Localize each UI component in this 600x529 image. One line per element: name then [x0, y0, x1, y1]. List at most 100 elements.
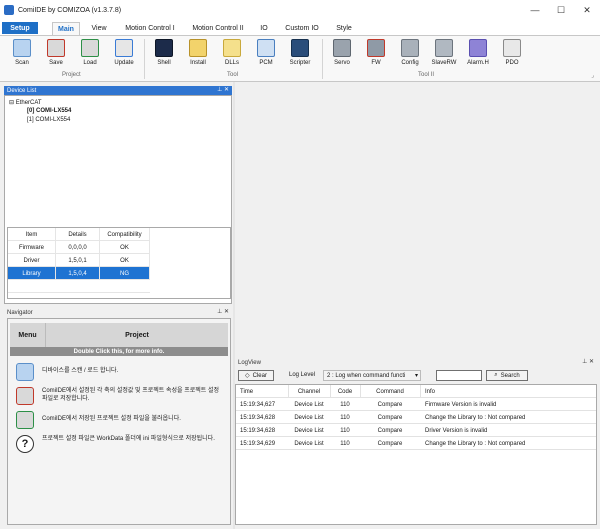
search-icon: ⌕ [494, 372, 498, 378]
column-header: Time [240, 388, 254, 395]
search-input[interactable] [436, 370, 482, 381]
window-title: ComiIDE by COMIZOA (v1.3.7.8) [18, 6, 122, 14]
clear-button[interactable]: ◇ Clear [238, 370, 274, 381]
table-cell: OK [100, 241, 150, 254]
alarm-icon [469, 39, 487, 57]
close-button[interactable]: ✕ [574, 0, 600, 20]
navigator-item-save[interactable]: ComiIDE에서 설정된 각 축의 설정값 및 프로젝트 속성을 프로젝트 설… [12, 385, 226, 407]
scan-icon [16, 363, 34, 381]
log-cell: Compare [377, 414, 403, 421]
pdo-icon [503, 39, 521, 57]
column-header: Channel [297, 388, 321, 395]
table-row-empty [8, 280, 150, 293]
log-level-select[interactable]: 2 : Log when command functi ▾ [323, 370, 421, 381]
tab-main[interactable]: Main [52, 22, 80, 35]
pcm-icon [257, 39, 275, 57]
device-list-header: Device List ⊥ ✕ [4, 86, 232, 95]
navigator-item-text: 프로젝트 설정 파일은 WorkData 폴더에 ini 파일형식으로 저장됩니… [42, 436, 215, 442]
log-cell: 110 [340, 427, 350, 434]
table-cell: 1,5,0,1 [56, 254, 100, 267]
log-row[interactable]: 15:19:34,627 Device List 110 Compare Fir… [236, 398, 596, 411]
tree-root[interactable]: ⊟ EtherCAT [9, 99, 42, 106]
navigator-project-header: Project [125, 331, 149, 339]
log-cell: 110 [340, 440, 350, 447]
panel-pin-close-icons[interactable]: ⊥ ✕ [217, 308, 229, 315]
table-row[interactable]: Firmware 0,0,0,0 OK [8, 241, 150, 254]
servo-button[interactable]: Servo [327, 38, 357, 70]
log-cell: Device List [294, 427, 324, 434]
minimize-button[interactable]: — [522, 0, 548, 20]
navigator-item-help[interactable]: ? 프로젝트 설정 파일은 WorkData 폴더에 ini 파일형식으로 저장… [12, 433, 226, 455]
navigator-item-scan[interactable]: 디바이스를 스캔 / 로드 합니다. [12, 361, 226, 383]
group-label-tool-ii: Tool II [418, 72, 435, 78]
update-button[interactable]: Update [109, 38, 139, 70]
tree-node-device-1[interactable]: [1] COMI-LX554 [27, 117, 70, 123]
scripter-button[interactable]: Scripter [285, 38, 315, 70]
tree-collapse-icon[interactable]: ⊟ [9, 100, 14, 106]
load-button[interactable]: Load [75, 38, 105, 70]
tree-node-device-0[interactable]: [0] COMI-LX554 [27, 108, 71, 114]
log-cell: Firmware Version is invalid [425, 401, 497, 408]
table-cell: Firmware [8, 241, 56, 254]
group-label-tool: Tool [227, 72, 239, 78]
device-list-title: Device List [7, 87, 37, 94]
eraser-icon: ◇ [245, 373, 250, 379]
shell-icon [155, 39, 173, 57]
fw-button[interactable]: FW [361, 38, 391, 70]
dlls-button[interactable]: DLLs [217, 38, 247, 70]
pdo-button[interactable]: PDO [497, 38, 527, 70]
tab-view[interactable]: View [86, 22, 112, 35]
install-icon [189, 39, 207, 57]
tab-io[interactable]: IO [256, 22, 272, 35]
table-cell: NG [100, 267, 150, 280]
log-cell: 110 [340, 401, 350, 408]
tab-motion-control-1[interactable]: Motion Control I [120, 22, 180, 35]
pcm-button[interactable]: PCM [251, 38, 281, 70]
navigator-hint[interactable]: Double Click this, for more info. [10, 347, 228, 356]
column-header: Compatibility [100, 228, 150, 241]
logview-header: LogView ⊥ ✕ [235, 358, 597, 367]
scan-button[interactable]: Scan [7, 38, 37, 70]
log-cell: Compare [377, 440, 403, 447]
log-cell: Change the Library to : Not compared [425, 414, 526, 421]
table-cell: Library [8, 267, 56, 280]
maximize-button[interactable]: ☐ [548, 0, 574, 20]
search-button[interactable]: ⌕ Search [486, 370, 528, 381]
log-row[interactable]: 15:19:34,628 Device List 110 Compare Dri… [236, 424, 596, 437]
shell-button[interactable]: Shell [149, 38, 179, 70]
logview-title: LogView [238, 359, 261, 366]
table-row[interactable]: Driver 1,5,0,1 OK [8, 254, 150, 267]
log-level-label: Log Level [289, 372, 316, 378]
column-separator[interactable] [420, 385, 421, 398]
setup-button[interactable]: Setup [2, 22, 38, 34]
table-cell: Driver [8, 254, 56, 267]
slaverw-button[interactable]: SlaveRW [429, 38, 459, 70]
config-button[interactable]: Config [395, 38, 425, 70]
panel-pin-close-icons[interactable]: ⊥ ✕ [582, 358, 594, 365]
grid-header-row: Item Details Compatibility [8, 228, 150, 241]
tab-custom-io[interactable]: Custom IO [284, 22, 320, 35]
panel-pin-close-icons[interactable]: ⊥ ✕ [217, 86, 229, 93]
dlls-icon [223, 39, 241, 57]
table-cell: OK [100, 254, 150, 267]
column-header: Item [8, 228, 56, 241]
logview-toolbar: ◇ Clear Log Level 2 : Log when command f… [235, 369, 597, 383]
ribbon-expand-icon[interactable]: ⌟ [591, 72, 594, 79]
log-row[interactable]: 15:19:34,628 Device List 110 Compare Cha… [236, 411, 596, 424]
log-cell: Device List [294, 401, 324, 408]
fw-icon [367, 39, 385, 57]
install-button[interactable]: Install [183, 38, 213, 70]
load-icon [81, 39, 99, 57]
save-button[interactable]: Save [41, 38, 71, 70]
table-row-selected[interactable]: Library 1,5,0,4 NG [8, 267, 150, 280]
slaverw-icon [435, 39, 453, 57]
alarm-button[interactable]: Alarm.H [463, 38, 493, 70]
question-icon: ? [16, 435, 34, 453]
navigator-item-load[interactable]: ComiIDE에서 저장된 프로젝트 설정 파일을 불러옵니다. [12, 409, 226, 431]
app-icon [4, 5, 14, 15]
navigator-menu-header: Menu [10, 323, 46, 347]
log-row[interactable]: 15:19:34,629 Device List 110 Compare Cha… [236, 437, 596, 450]
update-icon [115, 39, 133, 57]
tab-motion-control-2[interactable]: Motion Control II [188, 22, 248, 35]
tab-style[interactable]: Style [332, 22, 356, 35]
